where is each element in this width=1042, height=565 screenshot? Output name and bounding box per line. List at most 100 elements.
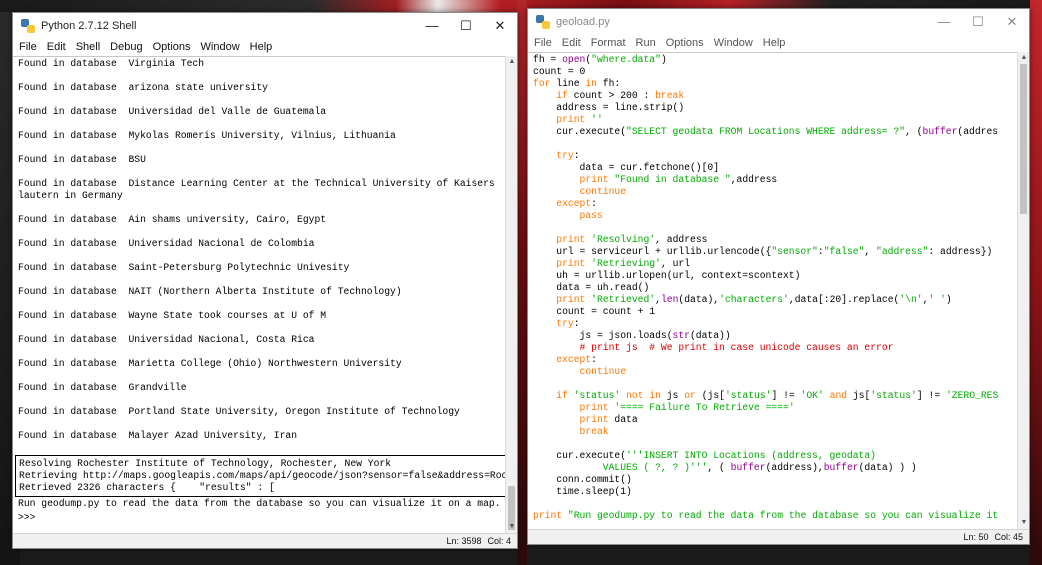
editor-window[interactable]: geoload.py — ☐ ✕ File Edit Format Run Op… <box>527 8 1030 545</box>
code-line: print data <box>579 414 638 425</box>
code-line: time.sleep(1) <box>533 486 632 497</box>
shell-menubar: File Edit Shell Debug Options Window Hel… <box>13 38 517 56</box>
code-line: cur.execute('''INSERT INTO Locations (ad… <box>533 450 876 461</box>
scroll-up-icon[interactable]: ▲ <box>1018 52 1030 64</box>
scroll-up-icon[interactable]: ▲ <box>506 56 518 68</box>
shell-output-line: Found in database Marietta College (Ohio… <box>18 358 402 369</box>
maximize-icon[interactable]: ☐ <box>961 9 995 34</box>
code-line: print '' <box>556 114 603 125</box>
menu-file[interactable]: File <box>534 37 552 49</box>
shell-column-number: Col: 4 <box>487 536 511 546</box>
shell-statusbar: Ln: 3598 Col: 4 <box>13 533 517 548</box>
shell-window-title: Python 2.7.12 Shell <box>41 19 137 32</box>
shell-titlebar[interactable]: Python 2.7.12 Shell — ☐ ✕ <box>13 13 517 38</box>
shell-output-line: Found in database NAIT (Northern Alberta… <box>18 286 402 297</box>
code-line: try: <box>556 318 580 329</box>
shell-output-line: Found in database Malayer Azad Universit… <box>18 430 298 441</box>
editor-window-title: geoload.py <box>556 15 610 28</box>
code-line: if 'status' not in js or (js['status'] !… <box>556 390 999 401</box>
code-line: count = count + 1 <box>533 306 656 317</box>
shell-output-area[interactable]: Found in database Virginia Tech Found in … <box>13 56 505 533</box>
shell-output-line: Found in database Wayne State took cours… <box>18 310 327 321</box>
shell-run-message: Run geodump.py to read the data from the… <box>18 498 501 509</box>
maximize-icon[interactable]: ☐ <box>449 13 483 38</box>
shell-retrieving-line: Retrieving http://maps.googleapis.com/ma… <box>19 470 505 481</box>
menu-run[interactable]: Run <box>636 37 656 49</box>
menu-edit[interactable]: Edit <box>562 37 581 49</box>
code-line: except: <box>556 198 597 209</box>
shell-output-line: Found in database Universidad del Valle … <box>18 106 327 117</box>
code-line: count = 0 <box>533 66 586 77</box>
editor-menubar: File Edit Format Run Options Window Help <box>528 34 1029 52</box>
shell-output-line: Found in database Universidad Nacional d… <box>18 238 315 249</box>
code-line: js = json.loads(str(data)) <box>533 330 731 341</box>
minimize-icon[interactable]: — <box>927 9 961 34</box>
menu-options[interactable]: Options <box>666 37 704 49</box>
shell-output-line: Found in database Distance Learning Cent… <box>18 178 495 201</box>
shell-output-line: Found in database Saint-Petersburg Polyt… <box>18 262 350 273</box>
shell-output-line: Found in database Universidad Nacional, … <box>18 334 315 345</box>
close-icon[interactable]: ✕ <box>483 13 517 38</box>
code-line: except: <box>556 354 597 365</box>
menu-file[interactable]: File <box>19 41 37 53</box>
desktop-wallpaper-middle <box>517 0 527 565</box>
menu-options[interactable]: Options <box>153 41 191 53</box>
menu-window[interactable]: Window <box>201 41 240 53</box>
shell-output-line: Found in database BSU <box>18 154 146 165</box>
menu-edit[interactable]: Edit <box>47 41 66 53</box>
shell-output-line: Found in database Mykolas Romeris Univer… <box>18 130 396 141</box>
shell-scrollbar[interactable]: ▲ ▼ <box>505 56 517 533</box>
menu-debug[interactable]: Debug <box>110 41 142 53</box>
code-line: url = serviceurl + urllib.urlencode({"se… <box>533 246 993 257</box>
editor-titlebar[interactable]: geoload.py — ☐ ✕ <box>528 9 1029 34</box>
scroll-thumb[interactable] <box>1020 64 1027 214</box>
scroll-down-icon[interactable]: ▼ <box>506 521 518 533</box>
code-line: cur.execute("SELECT geodata FROM Locatio… <box>533 126 999 137</box>
code-line: continue <box>579 186 627 197</box>
shell-output-line: Found in database Grandville <box>18 382 187 393</box>
menu-shell[interactable]: Shell <box>76 41 100 53</box>
code-line: data = cur.fetchone()[0] <box>533 162 720 173</box>
close-icon[interactable]: ✕ <box>995 9 1029 34</box>
shell-selected-output: Resolving Rochester Institute of Technol… <box>15 455 505 497</box>
shell-resolving-line: Resolving Rochester Institute of Technol… <box>19 458 392 469</box>
menu-format[interactable]: Format <box>591 37 626 49</box>
code-line: pass <box>579 210 603 221</box>
code-line: if count > 200 : break <box>556 90 685 101</box>
menu-help[interactable]: Help <box>763 37 786 49</box>
shell-output-line: Found in database arizona state universi… <box>18 82 268 93</box>
code-line: VALUES ( ?, ? )''', ( buffer(address),bu… <box>533 462 917 473</box>
code-line: address = line.strip() <box>533 102 685 113</box>
code-line: break <box>579 426 609 437</box>
editor-column-number: Col: 45 <box>994 532 1023 542</box>
code-line: print 'Resolving', address <box>556 234 708 245</box>
editor-code: fh = open("where.data") count = 0 for line… <box>528 53 1017 523</box>
code-line: print "Run geodump.py to read the data f… <box>533 510 999 521</box>
code-line: print 'Retrieving', url <box>556 258 691 269</box>
menu-help[interactable]: Help <box>250 41 273 53</box>
shell-prompt[interactable]: >>> <box>13 511 505 525</box>
code-line: print 'Retrieved',len(data),'characters'… <box>556 294 952 305</box>
python-shell-window[interactable]: Python 2.7.12 Shell — ☐ ✕ File Edit Shel… <box>12 12 518 549</box>
code-line: data = uh.read() <box>533 282 650 293</box>
code-line: for line in fh: <box>533 78 621 89</box>
minimize-icon[interactable]: — <box>415 13 449 38</box>
python-icon <box>536 14 550 29</box>
shell-output-line: Found in database Virginia Tech <box>18 58 205 69</box>
code-line: # print js # We print in case unicode ca… <box>579 342 894 353</box>
scroll-down-icon[interactable]: ▼ <box>1018 517 1030 529</box>
shell-output-line: Found in database Portland State Univers… <box>18 406 460 417</box>
shell-retrieved-line: Retrieved 2326 characters { "results" : … <box>19 482 275 493</box>
editor-line-number: Ln: 50 <box>963 532 989 542</box>
editor-code-area[interactable]: fh = open("where.data") count = 0 for line… <box>528 52 1017 529</box>
menu-window[interactable]: Window <box>714 37 753 49</box>
desktop-wallpaper-right <box>1030 0 1042 565</box>
editor-scrollbar[interactable]: ▲ ▼ <box>1017 52 1029 529</box>
editor-statusbar: Ln: 50 Col: 45 <box>528 529 1029 544</box>
code-line: uh = urllib.urlopen(url, context=scontex… <box>533 270 801 281</box>
code-line: print "Found in database ",address <box>579 174 778 185</box>
